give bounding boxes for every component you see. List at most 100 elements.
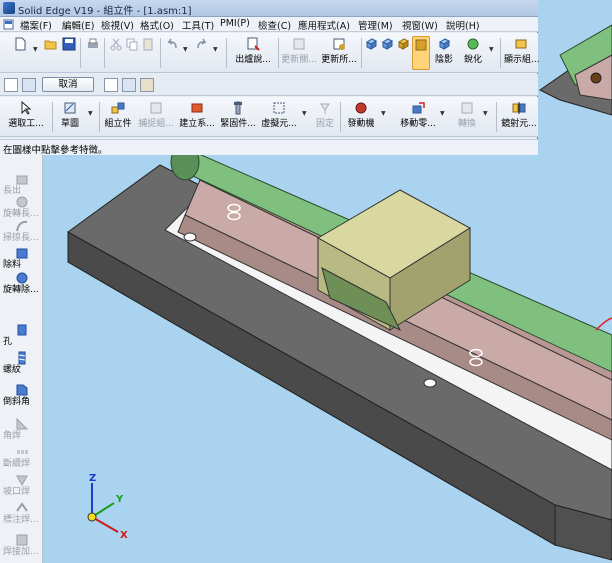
revolved-cutout-button[interactable]: 旋轉除... bbox=[0, 271, 43, 295]
undo-button[interactable] bbox=[164, 36, 180, 70]
protrusion-button[interactable]: 長出 bbox=[0, 172, 43, 196]
convert-button[interactable]: 轉換 bbox=[454, 100, 480, 134]
paste-button[interactable] bbox=[140, 36, 156, 70]
motor-button[interactable]: 發動機 bbox=[344, 100, 378, 134]
groove-weld-button[interactable]: 坡口焊 bbox=[0, 473, 43, 497]
cancel-button[interactable]: 取消 bbox=[42, 77, 94, 92]
virtual-dropdown-icon[interactable]: ▼ bbox=[302, 110, 307, 117]
accept-icon[interactable] bbox=[4, 78, 18, 92]
toolbar-separator bbox=[52, 102, 53, 132]
menu-inspect[interactable]: 檢查(C) bbox=[258, 18, 291, 32]
convert-dropdown-icon[interactable]: ▼ bbox=[483, 110, 488, 117]
title-bar: Solid Edge V19 - 組立件 - [1.asm:1] bbox=[0, 0, 538, 17]
move-parts-button[interactable]: 移動零... bbox=[398, 100, 438, 134]
shading-button[interactable]: 陰影 bbox=[432, 36, 456, 70]
cut-button[interactable] bbox=[108, 36, 124, 70]
stitch-weld-button[interactable]: 斷續焊 bbox=[0, 445, 43, 469]
toolbar-separator bbox=[160, 38, 161, 68]
redo-button[interactable] bbox=[194, 36, 210, 70]
sharpen-icon bbox=[467, 38, 479, 50]
new-button[interactable] bbox=[10, 36, 30, 70]
thread-button[interactable]: 螺紋 bbox=[0, 351, 43, 375]
save-disk-icon bbox=[62, 37, 76, 51]
app-window: Solid Edge V19 - 組立件 - [1.asm:1] 檔案(F) 編… bbox=[0, 0, 540, 156]
capture-button[interactable]: 捕捉組... bbox=[137, 100, 175, 134]
assembly-button[interactable]: 組立件 bbox=[103, 100, 133, 134]
motor-icon bbox=[355, 102, 367, 114]
shaded-view-icon bbox=[415, 39, 427, 51]
update-all-icon bbox=[333, 38, 345, 50]
sharpen-dropdown-icon[interactable]: ▼ bbox=[489, 46, 494, 53]
triad-x-axis bbox=[91, 516, 119, 533]
menu-applications[interactable]: 應用程式(A) bbox=[298, 18, 350, 32]
publish-button[interactable]: 出爐說... bbox=[232, 36, 274, 70]
fillet-weld-button[interactable]: 角焊 bbox=[0, 417, 43, 441]
dots-grid-icon-2[interactable] bbox=[122, 78, 136, 92]
menu-edit[interactable]: 編輯(E) bbox=[62, 18, 94, 32]
move-dropdown-icon[interactable]: ▼ bbox=[440, 110, 445, 117]
swept-protrusion-icon bbox=[15, 220, 27, 232]
revolved-cutout-icon bbox=[16, 272, 27, 284]
triad-origin bbox=[87, 512, 97, 522]
cube-wireframe-icon bbox=[365, 38, 378, 50]
menu-file[interactable]: 檔案(F) bbox=[20, 18, 52, 32]
shaded-view-button[interactable] bbox=[412, 36, 430, 70]
virtual-component-button[interactable]: 虛擬元... bbox=[259, 100, 299, 134]
chamfer-button[interactable]: 倒斜角 bbox=[0, 383, 43, 407]
update-links-button[interactable]: 更新關... bbox=[280, 36, 318, 70]
undo-dropdown-icon[interactable]: ▼ bbox=[183, 46, 188, 53]
cut-icon bbox=[110, 38, 122, 51]
update-all-button[interactable]: 更新所... bbox=[320, 36, 358, 70]
dots-grid-icon[interactable] bbox=[22, 78, 36, 92]
cutout-button[interactable]: 除料 bbox=[0, 246, 43, 270]
mirror-component-button[interactable]: 鏡射元... bbox=[500, 100, 538, 134]
view-cube-3-button[interactable] bbox=[396, 36, 410, 70]
save-button[interactable] bbox=[60, 36, 78, 70]
open-button[interactable] bbox=[42, 36, 60, 70]
copy-button[interactable] bbox=[124, 36, 140, 70]
menu-help[interactable]: 說明(H) bbox=[446, 18, 480, 32]
create-system-button[interactable]: 建立系... bbox=[177, 100, 217, 134]
cutout-icon bbox=[16, 248, 27, 259]
triad-z-label: Z bbox=[89, 473, 97, 484]
label-weld-button[interactable]: 標注焊... bbox=[0, 501, 43, 525]
revolved-protrusion-button[interactable]: 旋轉長... bbox=[0, 195, 43, 219]
sketch-button[interactable]: 草圖 bbox=[56, 100, 84, 134]
redo-dropdown-icon[interactable]: ▼ bbox=[213, 46, 218, 53]
toolbar-separator bbox=[500, 38, 501, 68]
bolt-head-1 bbox=[423, 378, 437, 388]
swept-protrusion-button[interactable]: 掃掠長... bbox=[0, 219, 43, 243]
select-tool-button[interactable]: 選取工... bbox=[6, 100, 46, 134]
toolbar-separator bbox=[496, 102, 497, 132]
paste-icon bbox=[143, 38, 153, 51]
feature-panel: 長出 旋轉長... 掃掠長... 除料 旋轉除... 孔 螺紋 倒斜角 角焊 斷… bbox=[0, 155, 43, 563]
view-cube-2-button[interactable] bbox=[380, 36, 394, 70]
triad-y-label: Y bbox=[116, 494, 124, 505]
sharpen-button[interactable]: 銳化 bbox=[460, 36, 486, 70]
thread-icon bbox=[18, 351, 25, 365]
print-button[interactable] bbox=[84, 36, 102, 70]
menu-window[interactable]: 視窗(W) bbox=[402, 18, 438, 32]
menu-pmi[interactable]: PMI(P) bbox=[220, 18, 250, 29]
select-mode-icon[interactable] bbox=[104, 78, 118, 92]
sketch-icon bbox=[64, 102, 76, 114]
fix-button[interactable]: 固定 bbox=[312, 100, 338, 134]
display-components-button[interactable]: 顯示組... bbox=[504, 36, 540, 70]
open-folder-icon bbox=[44, 40, 57, 50]
menu-view[interactable]: 檢視(V) bbox=[101, 18, 134, 32]
weld-add-button[interactable]: 焊接加... bbox=[0, 533, 43, 557]
window-title: Solid Edge V19 - 組立件 - [1.asm:1] bbox=[18, 6, 192, 17]
sketch-dropdown-icon[interactable]: ▼ bbox=[88, 110, 93, 117]
document-menu-icon[interactable] bbox=[3, 19, 14, 30]
menu-format[interactable]: 格式(O) bbox=[140, 18, 174, 32]
menu-bar: 檔案(F) 編輯(E) 檢視(V) 格式(O) 工具(T) PMI(P) 檢查(… bbox=[0, 17, 538, 32]
menu-tools[interactable]: 工具(T) bbox=[182, 18, 214, 32]
hole-button[interactable]: 孔 bbox=[0, 323, 43, 347]
dots-grid-icon-3[interactable] bbox=[140, 78, 154, 92]
motor-dropdown-icon[interactable]: ▼ bbox=[381, 110, 386, 117]
view-cube-1-button[interactable] bbox=[364, 36, 378, 70]
new-dropdown-icon[interactable]: ▼ bbox=[33, 46, 38, 53]
fastener-button[interactable]: 緊固件... bbox=[218, 100, 258, 134]
menu-manage[interactable]: 管理(M) bbox=[358, 18, 393, 32]
display-components-icon bbox=[515, 39, 527, 49]
